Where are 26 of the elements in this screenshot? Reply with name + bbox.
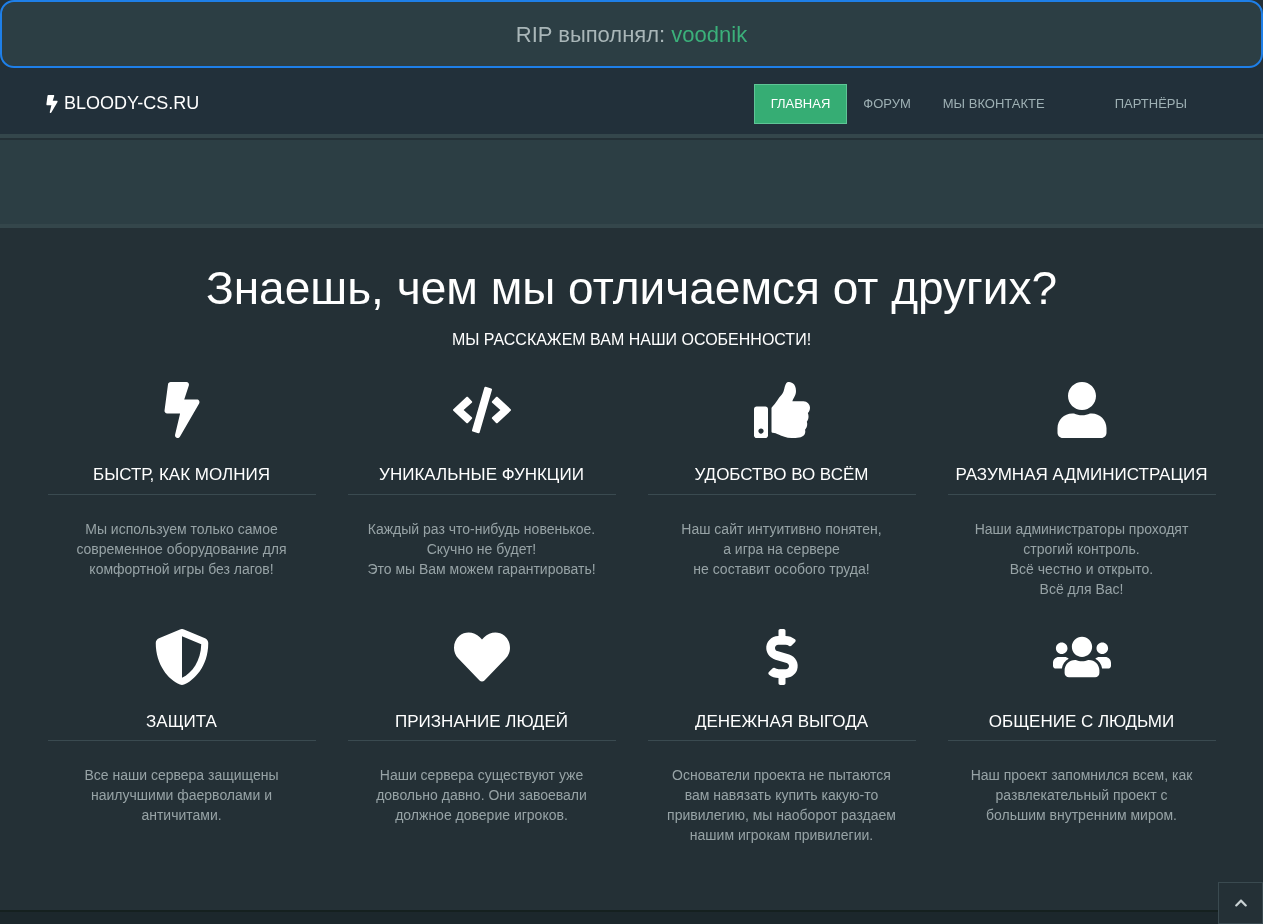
credit-text: RIP выполнял: voodnik [515, 20, 748, 49]
feature-title: ЗАЩИТА [47, 708, 316, 741]
feature-description: Наш сайт интуитивно понятен, а игра на сервере не составит особого труда! [681, 519, 882, 579]
feature-title: РАЗУМНАЯ АДМИНИСТРАЦИЯ [947, 462, 1216, 495]
nav-link[interactable]: ПАРТНЁРЫ [1098, 84, 1203, 124]
feature-title: БЫСТР, КАК МОЛНИЯ [47, 462, 316, 495]
scroll-top-button[interactable] [1218, 882, 1263, 924]
feature-title: ОБЩЕНИЕ С ЛЮДЬМИ [947, 708, 1216, 741]
feature-title: УДОБСТВО ВО ВСЁМ [647, 462, 916, 495]
section-title: Знаешь, чем мы отличаемся от других? [205, 261, 1058, 316]
thumbs-up-icon [752, 382, 811, 438]
feature-description: Основатели проекта не пытаются вам навязать купить какую-то привилегию, мы наоборот раздаем нашим игрокам привилегии. [667, 766, 896, 845]
feature-title: ПРИЗНАНИЕ ЛЮДЕЙ [347, 708, 616, 741]
feature-description: Мы используем только самое современное оборудование для комфортной игры без лагов! [76, 519, 287, 579]
section-subtitle: МЫ РАССКАЖЕМ ВАМ НАШИ ОСОБЕННОСТИ! [451, 330, 812, 350]
nav-link[interactable]: ФОРУМ [847, 84, 927, 124]
brand-link[interactable]: BLOODY-CS.RU [46, 90, 200, 117]
feature-title: УНИКАЛЬНЫЕ ФУНКЦИИ [347, 462, 616, 495]
bolt-icon [46, 94, 58, 113]
feature-description: Все наши сервера защищены наилучшими фаерволами и античитами. [84, 766, 279, 825]
nav-link[interactable]: МЫ ВКОНТАКТЕ [926, 84, 1061, 124]
feature-description: Наши сервера существуют уже довольно давно. Они завоевали должное доверие игроков. [376, 766, 587, 825]
feature-description: Наши администраторы проходят строгий контроль. Всё честно и открыто. Всё для Вас! [974, 519, 1189, 599]
feature-description: Каждый раз что-нибудь новенькое. Скучно не будет! Это мы Вам можем гарантировать! [367, 519, 596, 579]
feature-title: ДЕНЕЖНАЯ ВЫГОДА [647, 708, 916, 741]
feature-description: Наш проект запомнился всем, как развлекательный проект с большим внутренним миром. [970, 766, 1193, 825]
